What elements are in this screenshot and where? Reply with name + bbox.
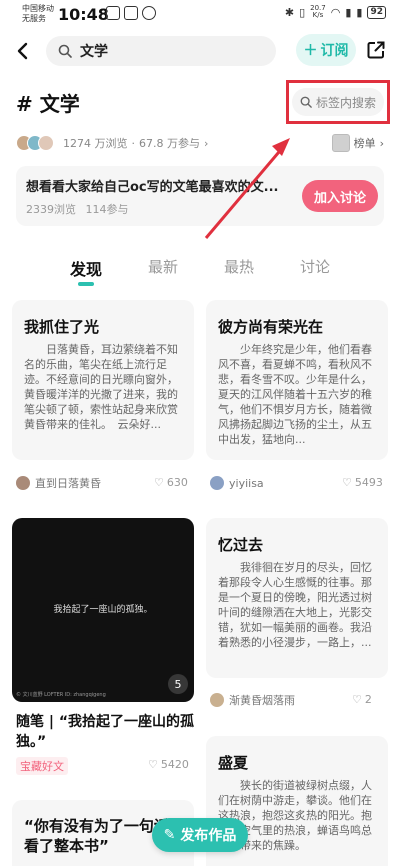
participant-avatars <box>16 135 54 151</box>
join-discussion-button[interactable]: 加入讨论 <box>302 180 378 212</box>
post-title: 盛夏 <box>218 754 249 772</box>
net-speed-unit: K/s <box>312 11 324 19</box>
like-button[interactable]: ♡ 2 <box>352 693 372 706</box>
tag-stats: 1274 万浏览 · 67.8 万参与 › 榜单 › <box>16 134 384 152</box>
tab-discussion[interactable]: 讨论 <box>300 256 330 277</box>
avatar <box>16 476 30 490</box>
post-card[interactable]: 忆过去 我徘徊在岁月的尽头，回忆着那段令人心生感慨的往事。那是一个夏日的傍晚，阳… <box>206 518 388 678</box>
signal-icon-2: ▮ <box>356 5 363 19</box>
nfc-icon <box>124 6 138 20</box>
share-icon[interactable] <box>366 40 386 60</box>
like-button[interactable]: ♡ 630 <box>154 476 188 489</box>
search-icon <box>58 44 72 58</box>
tag-participants: 67.8 万参与 <box>139 137 200 150</box>
signal-icon: ▮ <box>345 5 352 19</box>
plus-icon: ＋ <box>303 43 318 59</box>
chevron-right-icon: › <box>204 136 209 150</box>
rank-avatar <box>331 134 350 152</box>
heart-icon: ♡ <box>342 476 352 489</box>
tab-indicator <box>78 282 94 286</box>
status-bar: 中国移动 无服务 10:48 ✱ ▯ 20.7 K/s ◠ ▮ ▮ 92 <box>0 0 400 30</box>
post-badge: 宝藏好文 <box>16 757 68 775</box>
feed-tabs: 发现 最新 最热 讨论 <box>50 256 350 288</box>
pen-icon: ✎ <box>163 827 176 843</box>
bluetooth-icon: ✱ <box>284 5 295 19</box>
page-title: # 文学 <box>16 92 80 116</box>
post-card[interactable]: 我抓住了光 日落黄昏，耳边萦绕着不知名的乐曲，笔尖在纸上流行足迹。不经意间的日光… <box>12 300 194 460</box>
tab-discover[interactable]: 发现 <box>70 256 102 280</box>
image-count-badge: 5 <box>168 674 188 694</box>
avatar <box>38 135 54 151</box>
like-button[interactable]: ♡ 5493 <box>342 476 383 489</box>
post-title: 忆过去 <box>218 536 264 554</box>
post-author[interactable]: 直到日落黄昏 <box>16 473 101 493</box>
post-author[interactable]: yiyiisa <box>210 473 264 493</box>
rank-label: 榜单 <box>353 137 376 150</box>
publish-label: 发布作品 <box>180 828 237 844</box>
author-name: 直到日落黄昏 <box>35 477 101 490</box>
discussion-title: 想看看大家给自己oc写的文笔最喜欢的文... <box>26 180 279 195</box>
like-count: 5493 <box>354 476 383 489</box>
highlight-box <box>286 80 390 124</box>
carrier-info: 中国移动 无服务 <box>22 4 54 24</box>
post-image[interactable]: 我拾起了一座山的孤独。 © 文川蓝野 LOFTER ID: zhangqigen… <box>12 518 194 702</box>
net-speed: 20.7 K/s <box>310 5 326 19</box>
post-card[interactable]: 彼方尚有荣光在 少年终究是少年，他们看春风不喜，看夏蝉不鸣，看秋风不悲，看冬雪不… <box>206 300 388 460</box>
post-title: 彼方尚有荣光在 <box>218 318 324 336</box>
image-watermark: © 文川蓝野 LOFTER ID: zhangqigeng <box>16 692 106 698</box>
system-icons: ✱ ▯ 20.7 K/s ◠ ▮ ▮ 92 <box>285 5 386 19</box>
image-caption: 我拾起了一座山的孤独。 <box>53 605 153 615</box>
post-excerpt: 我徘徊在岁月的尽头，回忆着那段令人心生感慨的往事。那是一个夏日的傍晚，阳光透过树… <box>218 561 372 649</box>
battery-icon: 92 <box>367 5 386 19</box>
subscribe-label: 订阅 <box>320 43 349 59</box>
author-name: yiyiisa <box>229 476 264 490</box>
post-excerpt: 少年终究是少年，他们看春风不喜，看夏蝉不鸣，看秋风不悲，看冬雪不叹。少年是什么，… <box>218 343 372 446</box>
separator: · <box>131 136 136 150</box>
tag-views: 1274 万浏览 <box>63 137 128 150</box>
post-title: 我抓住了光 <box>24 318 100 336</box>
like-count: 5420 <box>160 758 189 771</box>
app-notification-icon <box>106 6 120 20</box>
discussion-meta: 2339浏览 114参与 <box>26 201 129 217</box>
avatar <box>210 693 224 707</box>
discussion-participants: 114参与 <box>85 203 129 216</box>
vibrate-icon: ▯ <box>299 5 306 19</box>
post-author[interactable]: 渐黄昏烟落雨 <box>210 690 295 710</box>
status-time: 10:48 <box>58 5 109 24</box>
chevron-right-icon: › <box>379 136 384 150</box>
search-text: 文学 <box>80 44 108 60</box>
notification-icons <box>106 6 156 20</box>
heart-icon: ♡ <box>154 476 164 489</box>
heart-icon: ♡ <box>148 758 158 771</box>
carrier-service: 无服务 <box>22 14 46 23</box>
avatar <box>210 476 224 490</box>
discussion-card[interactable]: 想看看大家给自己oc写的文笔最喜欢的文... 2339浏览 114参与 加入讨论 <box>16 166 384 226</box>
back-icon[interactable] <box>12 40 34 62</box>
alarm-icon <box>142 6 156 20</box>
wifi-icon: ◠ <box>330 5 341 19</box>
post-excerpt: 日落黄昏，耳边萦绕着不知名的乐曲，笔尖在纸上流行足迹。不经意间的日光瞟向窗外，黄… <box>24 343 178 431</box>
heart-icon: ♡ <box>352 693 362 706</box>
post-title[interactable]: 随笔 | “我拾起了一座山的孤独。” <box>16 712 196 752</box>
discussion-views: 2339浏览 <box>26 203 76 216</box>
carrier-name: 中国移动 <box>22 4 54 13</box>
publish-button[interactable]: ✎ 发布作品 <box>152 818 248 852</box>
like-count: 630 <box>166 476 188 489</box>
rank-link[interactable]: 榜单 › <box>331 134 384 152</box>
like-button[interactable]: ♡ 5420 <box>148 758 189 771</box>
tab-hottest[interactable]: 最热 <box>224 256 254 277</box>
subscribe-button[interactable]: ＋ 订阅 <box>296 34 356 66</box>
author-name: 渐黄昏烟落雨 <box>229 694 295 707</box>
tab-latest[interactable]: 最新 <box>148 256 178 277</box>
like-count: 2 <box>364 693 372 706</box>
search-input[interactable]: 文学 <box>46 36 276 66</box>
